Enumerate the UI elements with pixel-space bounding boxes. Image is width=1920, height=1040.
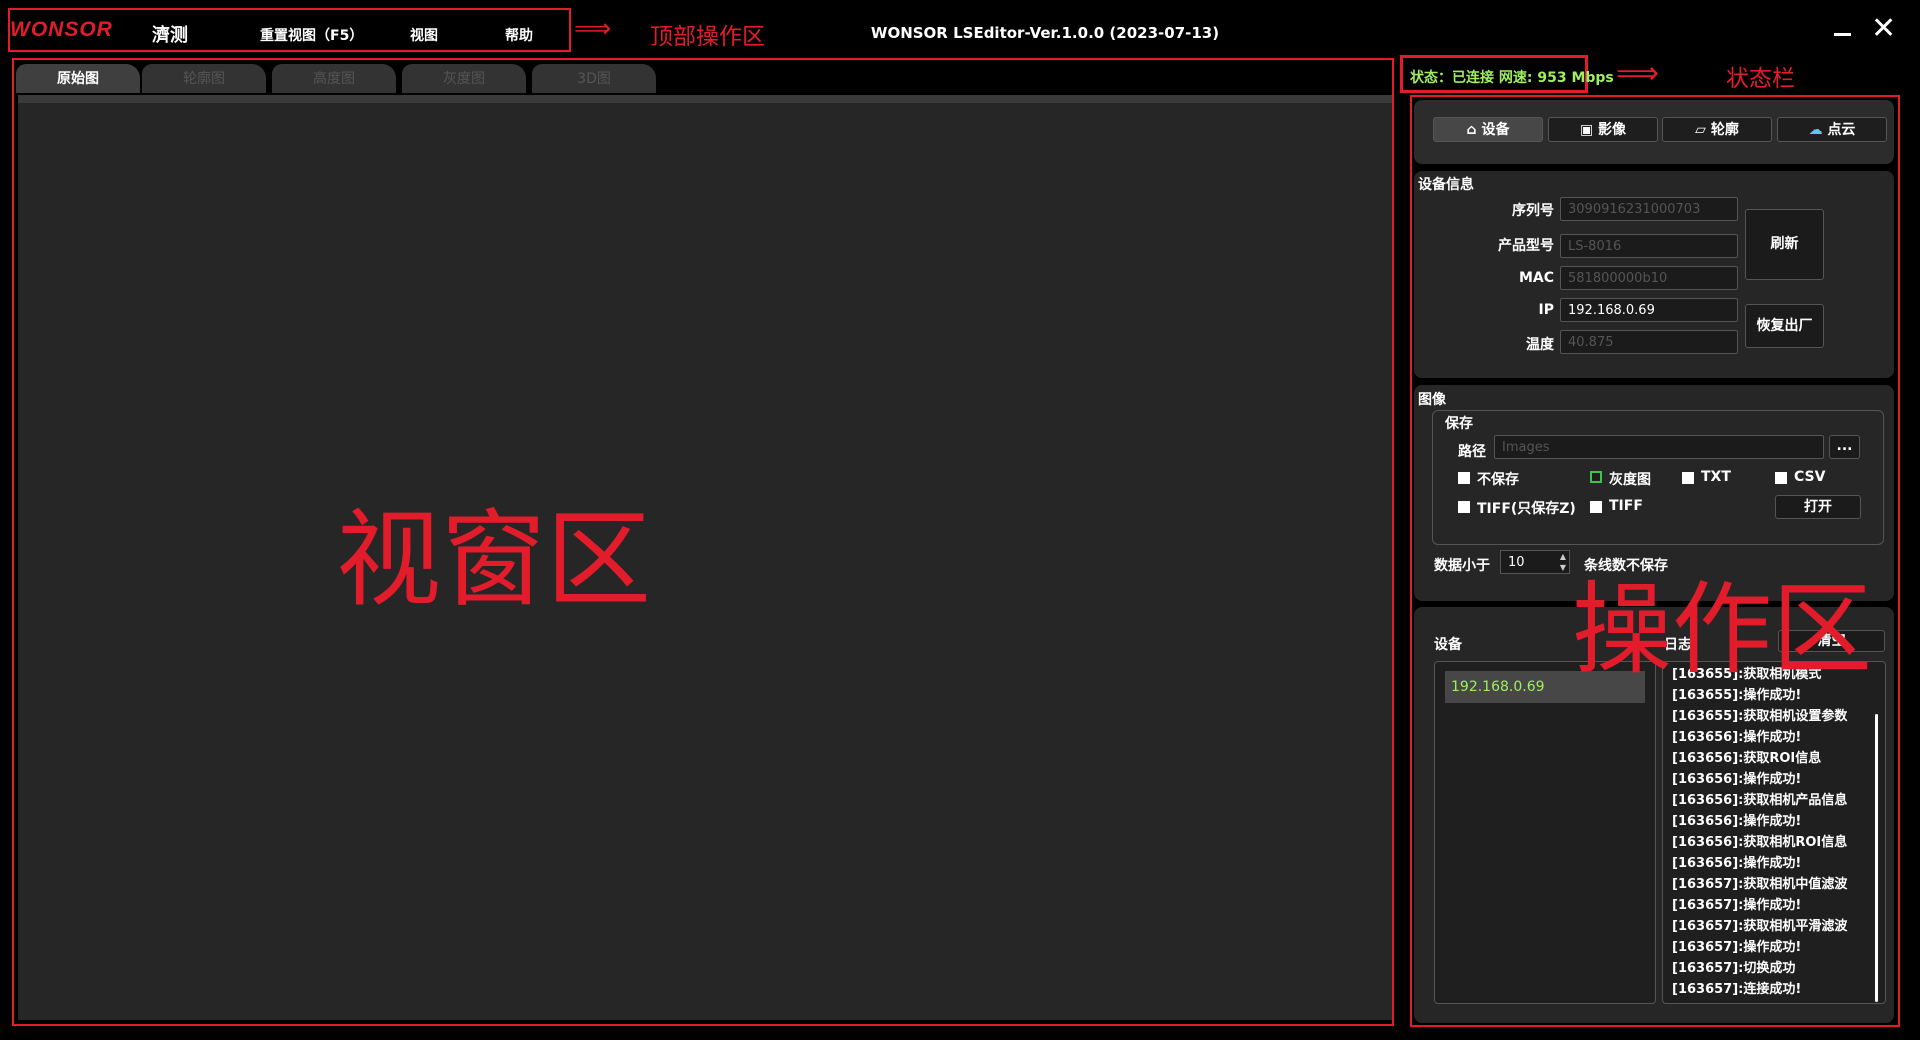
- minimize-icon[interactable]: [1832, 18, 1854, 42]
- viewer-annotation-box: [12, 58, 1394, 1026]
- annotation-arrow-icon: ⟹: [1616, 56, 1660, 91]
- viewer-annotation: 视窗区: [336, 499, 652, 621]
- connection-status: 状态：已连接 网速: 953 Mbps: [1410, 70, 1614, 86]
- ops-annotation: 操作区: [1572, 571, 1872, 688]
- close-icon[interactable]: ✕: [1871, 14, 1896, 44]
- status-annotation: 状态栏: [1726, 66, 1795, 92]
- window-title: WONSOR LSEditor-Ver.1.0.0 (2023-07-13): [870, 24, 1220, 42]
